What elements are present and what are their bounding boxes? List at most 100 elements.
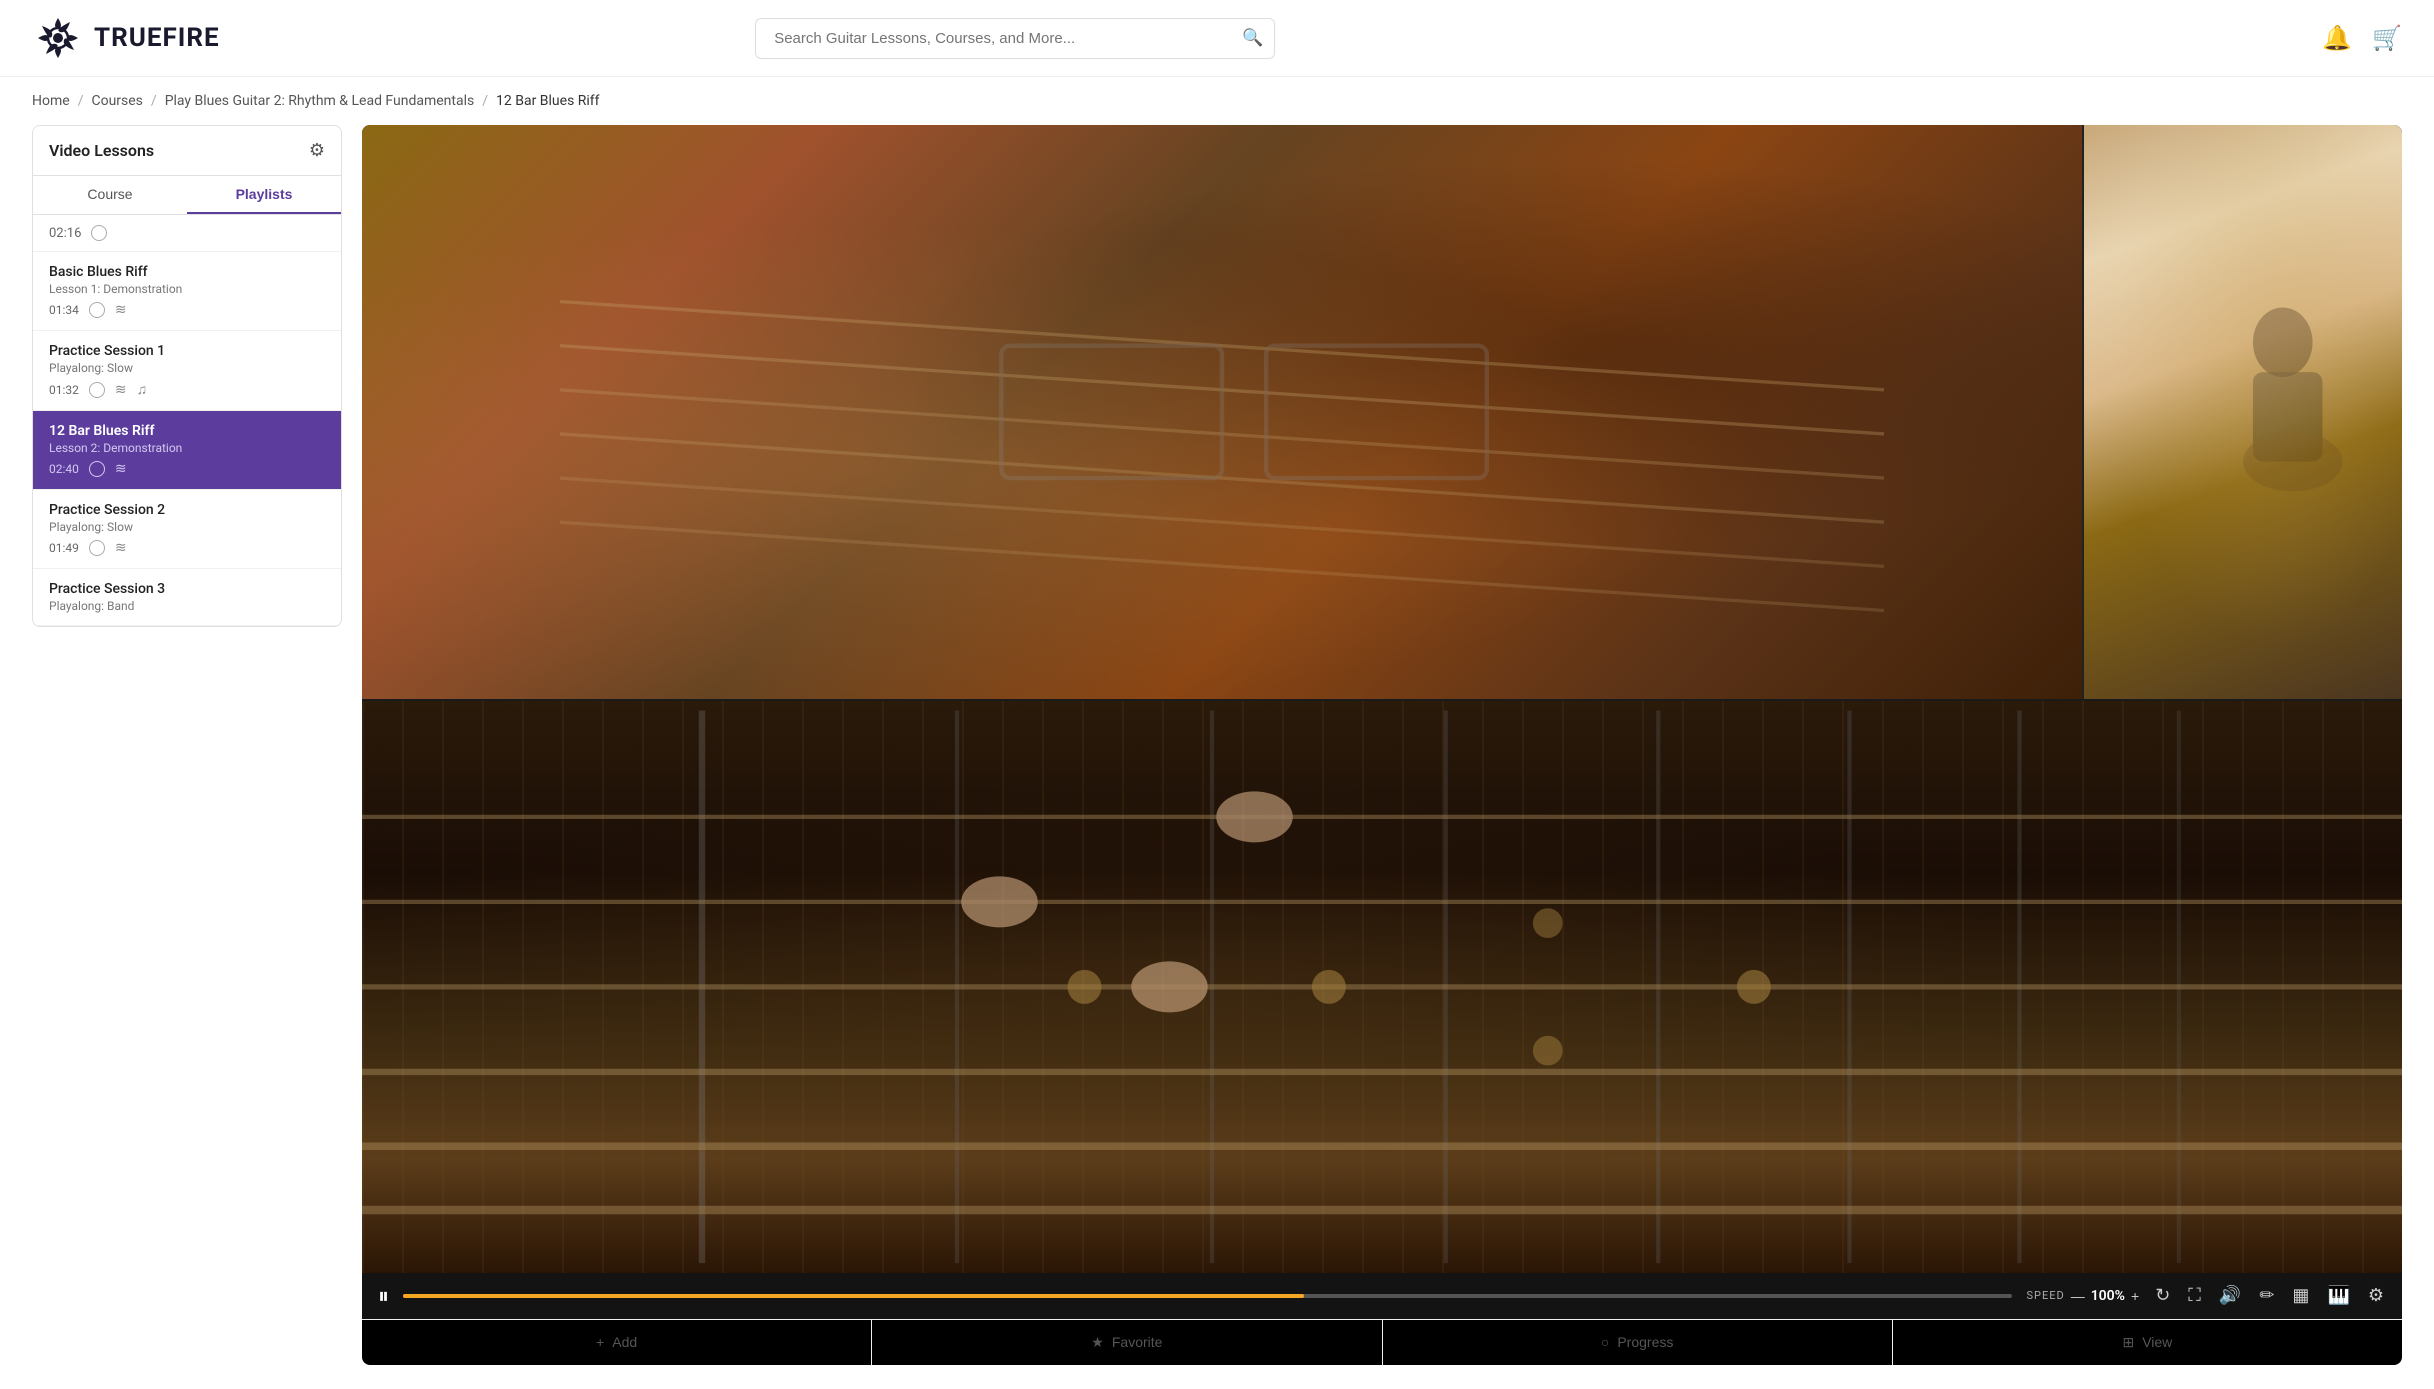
lesson-meta: 01:49 ≋ bbox=[49, 540, 325, 556]
lesson-title: Basic Blues Riff bbox=[49, 264, 325, 280]
guitar-strings-overlay bbox=[362, 125, 2082, 699]
favorite-label: Favorite bbox=[1112, 1334, 1163, 1350]
notes-icon: ≋ bbox=[115, 302, 127, 318]
annotate-button[interactable]: ✏ bbox=[2257, 1283, 2276, 1308]
breadcrumb-current: 12 Bar Blues Riff bbox=[496, 93, 600, 109]
guitarist-overlay bbox=[2084, 125, 2402, 699]
lesson-meta: 02:40 ≋ bbox=[49, 461, 325, 477]
notes-icon: ≋ bbox=[115, 540, 127, 556]
completion-circle-icon bbox=[89, 302, 105, 318]
music-icon: ♫ bbox=[137, 381, 148, 398]
sidebar: Video Lessons ⚙ Course Playlists 02:16 B… bbox=[32, 125, 342, 627]
breadcrumb-sep-3: / bbox=[482, 93, 488, 109]
volume-icon: 🔊 bbox=[2219, 1285, 2241, 1305]
add-icon: + bbox=[596, 1334, 604, 1350]
lesson-duration: 02:40 bbox=[49, 462, 79, 476]
progress-icon: ○ bbox=[1601, 1334, 1609, 1350]
completion-circle-icon bbox=[91, 225, 107, 241]
video-player: ⏸ SPEED — 100% + ↻ ⛶ 🔊 ✏ bbox=[362, 125, 2402, 1365]
view-button[interactable]: ⊞ View bbox=[1893, 1320, 2402, 1365]
search-input[interactable] bbox=[755, 18, 1275, 59]
breadcrumb-course-name[interactable]: Play Blues Guitar 2: Rhythm & Lead Funda… bbox=[165, 93, 475, 109]
video-controls: ⏸ SPEED — 100% + ↻ ⛶ 🔊 ✏ bbox=[362, 1273, 2402, 1319]
lesson-subtitle: Playalong: Slow bbox=[49, 520, 325, 534]
speed-decrease-button[interactable]: — bbox=[2071, 1288, 2085, 1304]
video-frame bbox=[362, 125, 2402, 1273]
list-item[interactable]: Practice Session 1 Playalong: Slow 01:32… bbox=[33, 331, 341, 411]
list-item[interactable]: Practice Session 3 Playalong: Band bbox=[33, 569, 341, 626]
view-label: View bbox=[2142, 1334, 2172, 1350]
search-icon: 🔍 bbox=[1242, 28, 1263, 47]
loop-icon: ↻ bbox=[2155, 1285, 2170, 1305]
progress-button[interactable]: ○ Progress bbox=[1383, 1320, 1893, 1365]
lesson-title: 12 Bar Blues Riff bbox=[49, 423, 325, 439]
completion-circle-icon bbox=[89, 382, 105, 398]
list-item[interactable]: Basic Blues Riff Lesson 1: Demonstration… bbox=[33, 252, 341, 331]
breadcrumb-sep-1: / bbox=[78, 93, 84, 109]
notes-icon: ≋ bbox=[115, 382, 127, 398]
completion-circle-icon bbox=[89, 540, 105, 556]
lesson-subtitle: Lesson 1: Demonstration bbox=[49, 282, 325, 296]
header: TRUEFIRE 🔍 🔔 🛒 bbox=[0, 0, 2434, 77]
fullscreen-icon: ⛶ bbox=[2188, 1285, 2201, 1305]
list-item[interactable]: Practice Session 2 Playalong: Slow 01:49… bbox=[33, 490, 341, 569]
lesson-duration: 01:49 bbox=[49, 541, 79, 555]
notification-button[interactable]: 🔔 bbox=[2322, 24, 2352, 53]
video-settings-button[interactable]: ⚙ bbox=[2366, 1283, 2386, 1308]
progress-bar[interactable] bbox=[403, 1294, 2012, 1298]
grid-button[interactable]: ▦ bbox=[2290, 1283, 2311, 1308]
cart-button[interactable]: 🛒 bbox=[2372, 24, 2402, 53]
lesson-title: Practice Session 1 bbox=[49, 343, 325, 359]
notation-icon: 🎹 bbox=[2327, 1285, 2349, 1305]
add-button[interactable]: + Add bbox=[362, 1320, 872, 1365]
fullscreen-button[interactable]: ⛶ bbox=[2186, 1283, 2203, 1308]
tab-playlists[interactable]: Playlists bbox=[187, 176, 341, 214]
loop-button[interactable]: ↻ bbox=[2153, 1283, 2172, 1308]
pause-button[interactable]: ⏸ bbox=[378, 1283, 389, 1309]
speed-increase-button[interactable]: + bbox=[2131, 1288, 2139, 1304]
breadcrumb: Home / Courses / Play Blues Guitar 2: Rh… bbox=[0, 77, 2434, 125]
list-item[interactable]: 02:16 bbox=[33, 215, 341, 252]
main-layout: Video Lessons ⚙ Course Playlists 02:16 B… bbox=[0, 125, 2434, 1389]
progress-filled bbox=[403, 1294, 1304, 1298]
video-top-section bbox=[362, 125, 2402, 699]
lesson-subtitle: Playalong: Slow bbox=[49, 361, 325, 375]
lesson-subtitle: Playalong: Band bbox=[49, 599, 325, 613]
list-item[interactable]: 12 Bar Blues Riff Lesson 2: Demonstratio… bbox=[33, 411, 341, 490]
add-label: Add bbox=[612, 1334, 637, 1350]
sidebar-gear-button[interactable]: ⚙ bbox=[309, 140, 325, 161]
search-button[interactable]: 🔍 bbox=[1242, 28, 1263, 48]
favorite-icon: ★ bbox=[1091, 1334, 1104, 1351]
sidebar-title: Video Lessons bbox=[49, 141, 154, 160]
volume-button[interactable]: 🔊 bbox=[2217, 1283, 2243, 1308]
view-icon: ⊞ bbox=[2122, 1334, 2134, 1351]
logo-icon bbox=[32, 12, 84, 64]
grid-icon: ▦ bbox=[2292, 1285, 2309, 1305]
notation-button[interactable]: 🎹 bbox=[2325, 1283, 2351, 1308]
favorite-button[interactable]: ★ Favorite bbox=[872, 1320, 1382, 1365]
lesson-subtitle: Lesson 2: Demonstration bbox=[49, 441, 325, 455]
bottom-action-bar: + Add ★ Favorite ○ Progress ⊞ View bbox=[362, 1319, 2402, 1365]
breadcrumb-courses[interactable]: Courses bbox=[91, 93, 142, 109]
cart-icon: 🛒 bbox=[2372, 25, 2402, 52]
breadcrumb-sep-2: / bbox=[151, 93, 157, 109]
notes-icon: ≋ bbox=[115, 461, 127, 477]
tab-bar: Course Playlists bbox=[33, 176, 341, 215]
breadcrumb-home[interactable]: Home bbox=[32, 93, 70, 109]
sidebar-header: Video Lessons ⚙ bbox=[33, 126, 341, 176]
logo-link[interactable]: TRUEFIRE bbox=[32, 12, 220, 64]
search-bar: 🔍 bbox=[755, 18, 1275, 59]
speed-label: SPEED bbox=[2026, 1289, 2064, 1302]
video-bottom-section bbox=[362, 699, 2402, 1273]
lesson-duration: 01:34 bbox=[49, 303, 79, 317]
notification-icon: 🔔 bbox=[2322, 25, 2352, 52]
tab-course[interactable]: Course bbox=[33, 176, 187, 214]
video-side-camera bbox=[2082, 125, 2402, 699]
video-main-camera bbox=[362, 125, 2082, 699]
gear-icon: ⚙ bbox=[309, 140, 325, 160]
settings-icon: ⚙ bbox=[2368, 1285, 2384, 1305]
lesson-title: Practice Session 2 bbox=[49, 502, 325, 518]
header-icons: 🔔 🛒 bbox=[2322, 24, 2402, 53]
annotate-icon: ✏ bbox=[2259, 1285, 2274, 1305]
lesson-meta: 01:32 ≋ ♫ bbox=[49, 381, 325, 398]
